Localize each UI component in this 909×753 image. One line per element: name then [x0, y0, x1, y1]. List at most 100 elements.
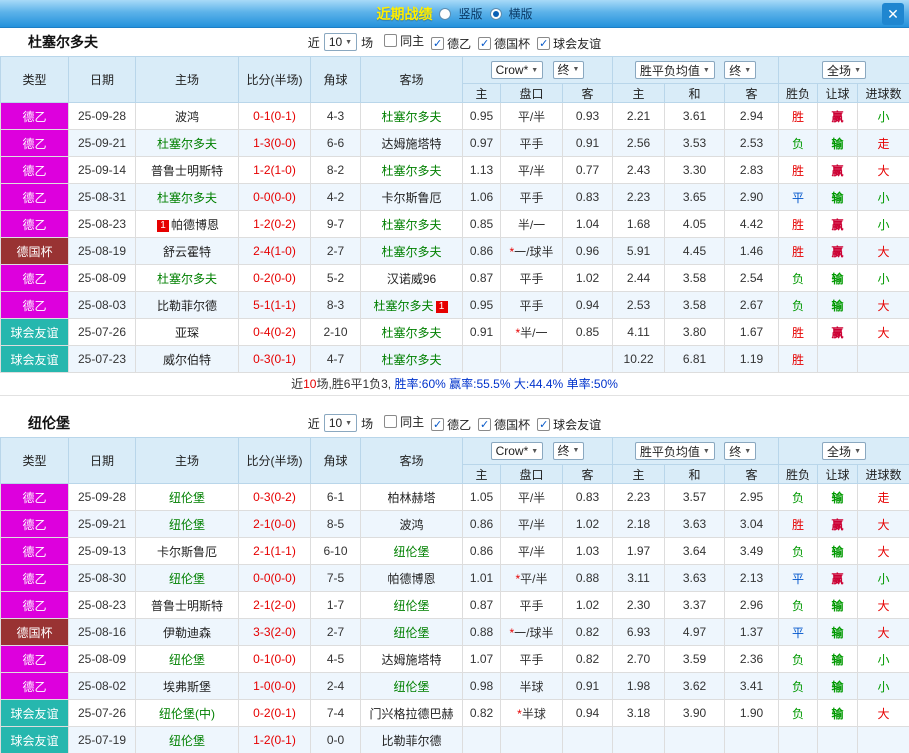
bookmaker-select[interactable]: Crow* ▼: [490, 442, 544, 461]
away-team-link[interactable]: 纽伦堡: [393, 626, 429, 640]
away-team-link[interactable]: 杜塞尔多夫: [381, 164, 441, 178]
euro-time-select[interactable]: 终 ▼: [724, 442, 757, 460]
away-team-link[interactable]: 柏林赫塔: [387, 491, 435, 505]
away-team-link[interactable]: 纽伦堡: [393, 545, 429, 559]
euro-time-select[interactable]: 终 ▼: [724, 61, 757, 79]
euro-odds-header: 胜平负均值 ▼ 终 ▼: [612, 437, 780, 465]
away-team-link[interactable]: 杜塞尔多夫: [373, 299, 433, 313]
result-cell: 负: [778, 129, 819, 157]
away-team-link[interactable]: 比勒菲尔德: [381, 734, 441, 748]
handicap-result-cell: 输: [817, 537, 859, 565]
away-team-link[interactable]: 达姆施塔特: [381, 653, 441, 667]
league-type-badge: 德国杯: [0, 618, 69, 646]
home-team-link[interactable]: 纽伦堡: [169, 734, 205, 748]
filter-checkbox-club-friendly[interactable]: ✓ 球会友谊: [537, 35, 601, 52]
away-team-link[interactable]: 达姆施塔特: [381, 137, 441, 151]
team-section-nuernberg: 纽伦堡 近 10 ▼ 场 同主 ✓ 德乙 ✓ 德国杯 ✓ 球会友谊 类型 日期 主场 比分(半…: [0, 409, 909, 753]
home-team-link[interactable]: 波鸿: [175, 110, 199, 124]
filter-checkbox-german-cup[interactable]: ✓ 德国杯: [478, 416, 530, 433]
away-team-link[interactable]: 杜塞尔多夫: [381, 245, 441, 259]
euro-avg-select[interactable]: 胜平负均值 ▼: [634, 61, 715, 79]
away-team-link[interactable]: 波鸿: [399, 518, 423, 532]
home-team-link[interactable]: 比勒菲尔德: [157, 299, 217, 313]
checkbox-icon: [384, 34, 398, 47]
filter-checkbox-same-home[interactable]: 同主: [384, 32, 424, 49]
home-team-link[interactable]: 纽伦堡: [169, 653, 205, 667]
handicap-result-cell: 输: [817, 129, 859, 157]
corner-count: 5-2: [310, 264, 361, 292]
match-score: 0-2(0-1): [238, 699, 311, 727]
odds-time-select[interactable]: 终 ▼: [552, 60, 585, 79]
home-team-link[interactable]: 普鲁士明斯特: [151, 164, 223, 178]
home-team-link[interactable]: 纽伦堡: [169, 491, 205, 505]
home-team-link[interactable]: 埃弗斯堡: [163, 680, 211, 694]
away-team-link[interactable]: 卡尔斯鲁厄: [381, 191, 441, 205]
away-team-link[interactable]: 纽伦堡: [393, 599, 429, 613]
filter-checkbox-league-de2[interactable]: ✓ 德乙: [431, 416, 471, 433]
away-team-link[interactable]: 杜塞尔多夫: [381, 110, 441, 124]
team-name: 纽伦堡: [28, 415, 70, 431]
home-team-link[interactable]: 舒云霍特: [163, 245, 211, 259]
match-date: 25-09-28: [68, 102, 136, 130]
filter-checkbox-club-friendly[interactable]: ✓ 球会友谊: [537, 416, 601, 433]
checkbox-label: 德乙: [447, 37, 472, 51]
euro-away-odds: [724, 726, 780, 753]
filter-checkbox-same-home[interactable]: 同主: [384, 413, 424, 430]
away-team-link[interactable]: 帕德博恩: [387, 572, 435, 586]
home-team-link[interactable]: 杜塞尔多夫: [157, 137, 217, 151]
radio-horizontal[interactable]: [489, 7, 502, 20]
scope-select[interactable]: 全场 ▼: [822, 61, 866, 79]
radio-vertical-label[interactable]: 竖版: [458, 5, 482, 22]
away-team-link[interactable]: 汉诺威96: [387, 272, 436, 286]
filter-checkbox-german-cup[interactable]: ✓ 德国杯: [478, 35, 530, 52]
home-team-link[interactable]: 纽伦堡(中): [159, 707, 215, 721]
home-team-link[interactable]: 普鲁士明斯特: [151, 599, 223, 613]
euro-avg-select[interactable]: 胜平负均值 ▼: [634, 442, 715, 460]
col-asia-away: 客: [561, 83, 614, 103]
home-team-link[interactable]: 伊勒迪森: [163, 626, 211, 640]
league-type-badge: 德乙: [0, 537, 69, 565]
result-cell: 胜: [778, 318, 819, 346]
summary-segment: 场,胜6平1负3,: [316, 377, 395, 391]
home-team-link[interactable]: 卡尔斯鲁厄: [157, 545, 217, 559]
radio-vertical[interactable]: [439, 7, 452, 20]
close-icon[interactable]: ✕: [882, 3, 904, 25]
handicap-result-cell: 输: [817, 618, 859, 646]
home-team-link[interactable]: 杜塞尔多夫: [157, 272, 217, 286]
away-team-link[interactable]: 杜塞尔多夫: [381, 353, 441, 367]
home-team-link[interactable]: 帕德博恩: [171, 218, 219, 232]
scope-select[interactable]: 全场 ▼: [822, 442, 866, 460]
summary-segment: 赢率:55.5%: [449, 377, 514, 391]
handicap-result-cell: 赢: [817, 156, 859, 184]
home-team-link[interactable]: 纽伦堡: [169, 572, 205, 586]
asia-home-odds: 1.13: [462, 156, 501, 184]
home-team-cell: 普鲁士明斯特: [135, 156, 239, 184]
radio-horizontal-label[interactable]: 横版: [509, 5, 533, 22]
filter-checkbox-league-de2[interactable]: ✓ 德乙: [431, 35, 471, 52]
odds-time-select[interactable]: 终 ▼: [552, 441, 585, 460]
corner-count: 9-7: [310, 210, 361, 238]
handicap-star: *: [515, 325, 521, 340]
home-team-link[interactable]: 威尔伯特: [163, 353, 211, 367]
away-team-link[interactable]: 杜塞尔多夫: [381, 218, 441, 232]
euro-draw-odds: 3.58: [664, 291, 726, 319]
match-count-select[interactable]: 10 ▼: [323, 414, 358, 432]
asia-home-odds: 0.95: [462, 291, 501, 319]
home-team-link[interactable]: 杜塞尔多夫: [157, 191, 217, 205]
away-team-cell: 达姆施塔特: [360, 129, 463, 157]
league-type-badge: 球会友谊: [0, 345, 69, 373]
away-team-link[interactable]: 门兴格拉德巴赫: [369, 707, 453, 721]
home-team-link[interactable]: 亚琛: [175, 326, 199, 340]
goals-result-cell: 小: [857, 672, 909, 700]
bookmaker-select[interactable]: Crow* ▼: [490, 61, 544, 80]
away-team-link[interactable]: 纽伦堡: [393, 680, 429, 694]
away-team-link[interactable]: 杜塞尔多夫: [381, 326, 441, 340]
col-corner: 角球: [310, 56, 361, 103]
euro-home-odds: 2.43: [612, 156, 666, 184]
match-count-select[interactable]: 10 ▼: [323, 33, 358, 51]
home-team-cell: 普鲁士明斯特: [135, 591, 239, 619]
home-team-link[interactable]: 纽伦堡: [169, 518, 205, 532]
section-header: 杜塞尔多夫 近 10 ▼ 场 同主 ✓ 德乙 ✓ 德国杯 ✓ 球会友谊: [0, 28, 909, 56]
away-team-cell: 杜塞尔多夫: [360, 210, 463, 238]
euro-away-odds: 2.54: [724, 264, 780, 292]
